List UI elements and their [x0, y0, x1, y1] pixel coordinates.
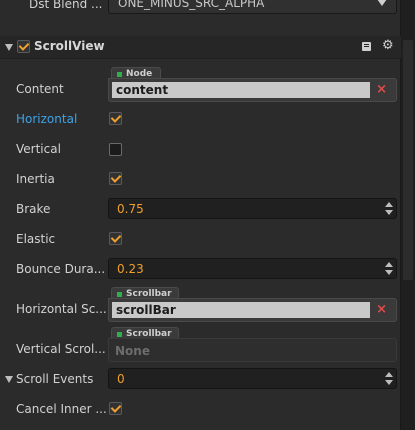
dst-blend-label: Dst Blend ...	[29, 0, 103, 11]
brake-stepper[interactable]	[385, 201, 393, 216]
scroll-events-count-input[interactable]: 0	[108, 368, 397, 389]
vertical-scrollbar-placeholder: None	[115, 344, 150, 358]
scroll-events-label: Scroll Events	[16, 372, 94, 386]
vertical-scrollbar-field[interactable]: None	[108, 338, 397, 362]
content-value: content	[112, 82, 370, 98]
vertical-label: Vertical	[16, 142, 61, 156]
dst-blend-select[interactable]: ONE_MINUS_SRC_ALPHA	[108, 0, 397, 14]
horizontal-checkbox[interactable]	[109, 112, 122, 125]
brake-input[interactable]: 0.75	[108, 198, 397, 219]
scrollbar-type-icon	[117, 332, 122, 337]
scrollbar-thumb[interactable]	[403, 40, 413, 280]
scroll-events-stepper[interactable]	[385, 371, 393, 386]
scrollbar-type-icon	[117, 292, 122, 297]
inspector-scrollbar[interactable]	[400, 0, 415, 430]
book-icon[interactable]	[362, 42, 371, 51]
clear-content-icon[interactable]: ×	[376, 82, 387, 97]
component-title: ScrollView	[34, 39, 105, 53]
inertia-checkbox[interactable]	[109, 172, 122, 185]
content-field[interactable]: content ×	[108, 78, 397, 102]
inertia-label: Inertia	[16, 172, 55, 186]
brake-value: 0.75	[117, 202, 144, 216]
cancel-inner-events-label: Cancel Inner ...	[16, 402, 107, 416]
scroll-events-count: 0	[117, 372, 125, 386]
cancel-inner-events-checkbox[interactable]	[109, 402, 122, 415]
horizontal-label: Horizontal	[16, 112, 78, 126]
gear-icon[interactable]: ⚙	[382, 38, 394, 53]
dst-blend-value: ONE_MINUS_SRC_ALPHA	[118, 0, 265, 10]
elastic-label: Elastic	[16, 232, 56, 246]
brake-label: Brake	[16, 202, 51, 216]
bounce-duration-label: Bounce Dura...	[16, 262, 106, 276]
bounce-duration-value: 0.23	[117, 262, 144, 276]
horizontal-scrollbar-label: Horizontal Sc...	[16, 302, 107, 316]
collapse-triangle-icon[interactable]	[5, 44, 13, 51]
clear-horizontal-scrollbar-icon[interactable]: ×	[376, 302, 387, 317]
horizontal-scrollbar-value: scrollBar	[112, 302, 370, 318]
node-type-icon	[117, 72, 122, 77]
elastic-checkbox[interactable]	[109, 232, 122, 245]
expand-triangle-icon[interactable]	[5, 376, 13, 383]
vertical-scrollbar-label: Vertical Scrol...	[16, 342, 106, 356]
horizontal-scrollbar-field[interactable]: scrollBar ×	[108, 298, 397, 322]
scrollview-component-header[interactable]: ScrollView ⚙	[0, 36, 401, 59]
vertical-checkbox[interactable]	[109, 143, 122, 156]
content-label: Content	[16, 82, 64, 96]
scrollview-enabled-checkbox[interactable]	[17, 40, 30, 53]
chevron-down-icon	[377, 0, 387, 6]
bounce-duration-input[interactable]: 0.23	[108, 258, 397, 279]
bounce-duration-stepper[interactable]	[385, 261, 393, 276]
